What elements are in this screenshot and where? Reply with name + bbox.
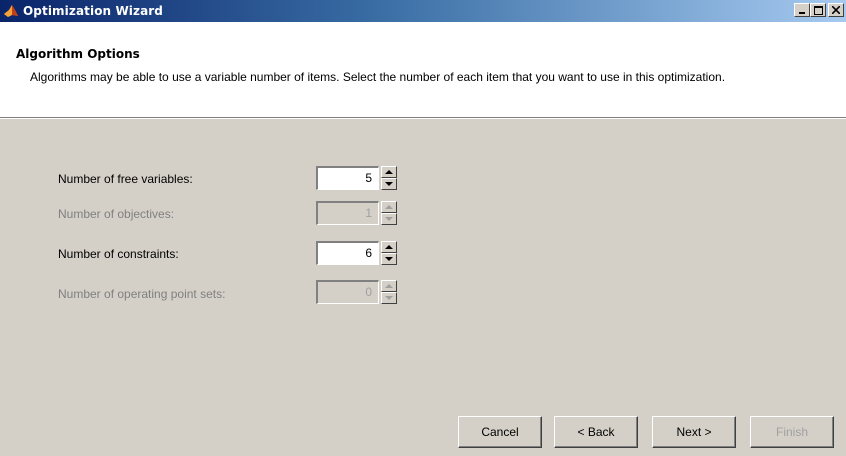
up-arrow-icon (385, 284, 393, 288)
constraints-input[interactable]: 6 (316, 241, 379, 265)
operating-point-sets-spinner[interactable] (381, 280, 397, 304)
objectives-input[interactable]: 1 (316, 201, 379, 225)
free-variables-spinner[interactable] (381, 166, 397, 190)
finish-button[interactable]: Finish (750, 416, 834, 448)
spin-up-button[interactable] (381, 201, 397, 213)
minimize-button[interactable] (794, 3, 810, 17)
window-title: Optimization Wizard (23, 4, 163, 18)
spin-down-button[interactable] (381, 292, 397, 304)
back-button[interactable]: < Back (554, 416, 638, 448)
wizard-header: Algorithm Options Algorithms may be able… (0, 22, 846, 118)
up-arrow-icon (385, 205, 393, 209)
close-button[interactable] (828, 3, 844, 17)
title-bar: Optimization Wizard (0, 0, 846, 22)
spin-down-button[interactable] (381, 253, 397, 265)
down-arrow-icon (385, 217, 393, 221)
spin-up-button[interactable] (381, 280, 397, 292)
spin-down-button[interactable] (381, 178, 397, 190)
spin-up-button[interactable] (381, 241, 397, 253)
header-divider (0, 118, 846, 119)
maximize-icon (813, 5, 823, 15)
next-button[interactable]: Next > (652, 416, 736, 448)
maximize-button[interactable] (810, 3, 826, 17)
spin-up-button[interactable] (381, 166, 397, 178)
close-icon (832, 6, 840, 14)
objectives-label: Number of objectives: (58, 207, 175, 221)
up-arrow-icon (385, 170, 393, 174)
down-arrow-icon (385, 257, 393, 261)
page-description: Algorithms may be able to use a variable… (30, 70, 726, 84)
page-title: Algorithm Options (16, 47, 140, 61)
objectives-spinner[interactable] (381, 201, 397, 225)
down-arrow-icon (385, 296, 393, 300)
up-arrow-icon (385, 245, 393, 249)
cancel-button[interactable]: Cancel (458, 416, 542, 448)
minimize-icon (799, 12, 805, 14)
spin-down-button[interactable] (381, 213, 397, 225)
free-variables-input[interactable]: 5 (316, 166, 379, 190)
constraints-label: Number of constraints: (58, 247, 179, 261)
matlab-icon (4, 5, 18, 17)
down-arrow-icon (385, 182, 393, 186)
constraints-spinner[interactable] (381, 241, 397, 265)
operating-point-sets-input[interactable]: 0 (316, 280, 379, 304)
free-variables-label: Number of free variables: (58, 172, 193, 186)
operating-point-sets-label: Number of operating point sets: (58, 287, 226, 301)
